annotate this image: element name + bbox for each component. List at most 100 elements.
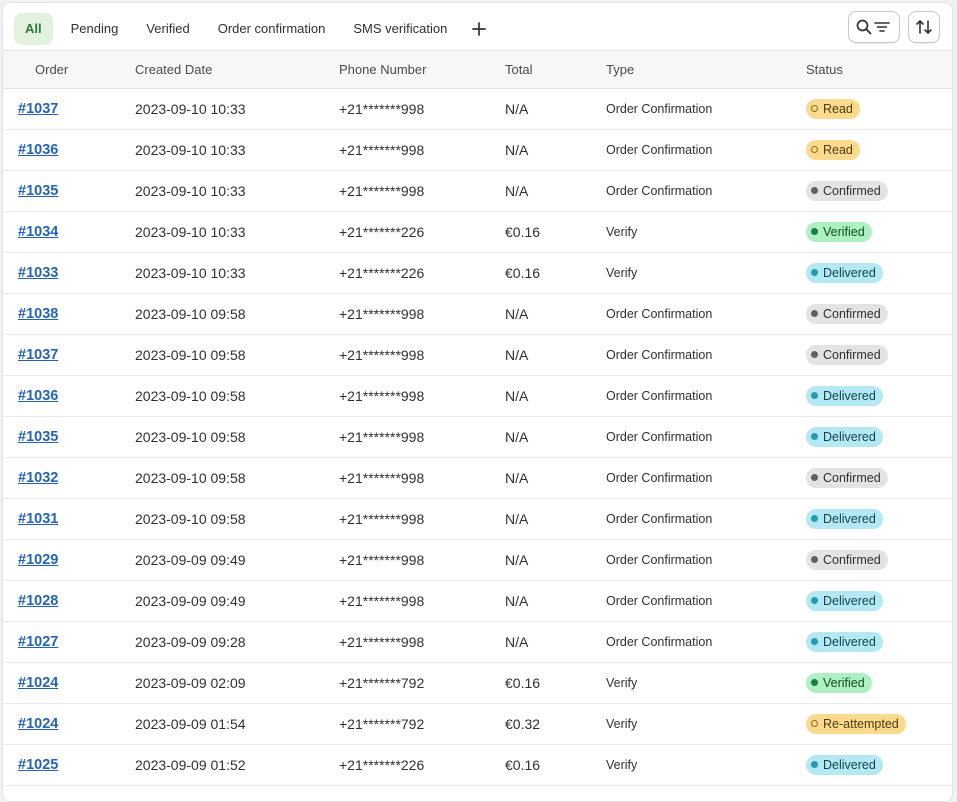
order-link[interactable]: #1033 bbox=[18, 265, 58, 281]
table-row[interactable]: #1031 2023-09-10 09:58 +21*******998 N/A Ord… bbox=[3, 498, 952, 540]
phone-number-cell: +21*******998 bbox=[339, 170, 505, 212]
tab-order-confirmation[interactable]: Order confirmation bbox=[208, 13, 336, 45]
status-cell: Verified bbox=[806, 662, 952, 704]
toolbar-actions bbox=[840, 11, 940, 43]
table-row[interactable]: #1035 2023-09-10 10:33 +21*******998 N/A Ord… bbox=[3, 170, 952, 212]
tab-all[interactable]: All bbox=[14, 13, 53, 45]
table-row[interactable]: #1036 2023-09-10 09:58 +21*******998 N/A Ord… bbox=[3, 375, 952, 417]
sort-button[interactable] bbox=[908, 11, 940, 43]
status-cell: Confirmed bbox=[806, 170, 952, 212]
status-dot-icon bbox=[811, 269, 818, 276]
status-label: Verified bbox=[823, 675, 865, 690]
status-badge: Delivered bbox=[806, 754, 883, 775]
order-link[interactable]: #1027 bbox=[18, 634, 58, 650]
total-cell: N/A bbox=[505, 621, 606, 663]
order-link[interactable]: #1037 bbox=[18, 347, 58, 363]
table-row[interactable]: #1024 2023-09-09 02:09 +21*******792 €0.16 V… bbox=[3, 662, 952, 704]
table-row[interactable]: #1038 2023-09-10 09:58 +21*******998 N/A Ord… bbox=[3, 293, 952, 335]
table-row[interactable]: #1037 2023-09-10 10:33 +21*******998 N/A Ord… bbox=[3, 88, 952, 130]
order-link[interactable]: #1024 bbox=[18, 675, 58, 691]
column-header-status: Status bbox=[806, 51, 952, 89]
table-row[interactable]: #1036 2023-09-10 10:33 +21*******998 N/A Ord… bbox=[3, 129, 952, 171]
status-cell: Confirmed bbox=[806, 539, 952, 581]
phone-number-cell: +21*******998 bbox=[339, 580, 505, 622]
created-date-cell: 2023-09-10 09:58 bbox=[135, 498, 339, 540]
order-link[interactable]: #1038 bbox=[18, 306, 58, 322]
type-cell: Verify bbox=[606, 252, 806, 294]
order-cell: #1036 bbox=[3, 129, 135, 171]
order-link[interactable]: #1025 bbox=[18, 757, 58, 773]
table-header-row: Order Created Date Phone Number Total Ty… bbox=[3, 51, 952, 89]
total-cell: €0.16 bbox=[505, 252, 606, 294]
created-date-cell: 2023-09-10 09:58 bbox=[135, 293, 339, 335]
tab-verified[interactable]: Verified bbox=[136, 13, 199, 45]
phone-number-cell: +21*******998 bbox=[339, 498, 505, 540]
phone-number-cell: +21*******792 bbox=[339, 703, 505, 745]
order-link[interactable]: #1032 bbox=[18, 470, 58, 486]
phone-number-cell: +21*******998 bbox=[339, 293, 505, 335]
total-cell: N/A bbox=[505, 498, 606, 540]
status-dot-icon bbox=[811, 228, 818, 235]
column-header-phone-number: Phone Number bbox=[339, 51, 505, 89]
created-date-cell: 2023-09-09 09:49 bbox=[135, 580, 339, 622]
type-cell: Verify bbox=[606, 744, 806, 786]
status-badge: Read bbox=[806, 98, 860, 119]
status-dot-icon bbox=[811, 720, 818, 727]
tab-sms-verification[interactable]: SMS verification bbox=[343, 13, 457, 45]
tab-pending[interactable]: Pending bbox=[61, 13, 129, 45]
order-cell: #1034 bbox=[3, 211, 135, 253]
table-row[interactable]: #1027 2023-09-09 09:28 +21*******998 N/A Ord… bbox=[3, 621, 952, 663]
table-row[interactable]: #1028 2023-09-09 09:49 +21*******998 N/A Ord… bbox=[3, 580, 952, 622]
order-cell: #1025 bbox=[3, 744, 135, 786]
add-tab-button[interactable] bbox=[463, 13, 495, 45]
table-row[interactable]: #1025 2023-09-09 01:52 +21*******226 €0.16 V… bbox=[3, 744, 952, 786]
type-cell: Order Confirmation bbox=[606, 170, 806, 212]
order-cell: #1029 bbox=[3, 539, 135, 581]
total-cell: €0.32 bbox=[505, 703, 606, 745]
total-cell: N/A bbox=[505, 129, 606, 171]
order-link[interactable]: #1024 bbox=[18, 716, 58, 732]
table-row[interactable]: #1029 2023-09-09 09:49 +21*******998 N/A Ord… bbox=[3, 539, 952, 581]
phone-number-cell: +21*******998 bbox=[339, 88, 505, 130]
status-dot-icon bbox=[811, 392, 818, 399]
table-row[interactable]: #1024 2023-09-09 01:54 +21*******792 €0.32 V… bbox=[3, 703, 952, 745]
table-row[interactable]: #1033 2023-09-10 10:33 +21*******226 €0.16 V… bbox=[3, 252, 952, 294]
search-filter-button[interactable] bbox=[848, 11, 900, 43]
order-link[interactable]: #1037 bbox=[18, 101, 58, 117]
status-label: Delivered bbox=[823, 757, 876, 772]
status-dot-icon bbox=[811, 105, 818, 112]
status-badge: Delivered bbox=[806, 385, 883, 406]
status-badge: Delivered bbox=[806, 262, 883, 283]
status-cell: Read bbox=[806, 88, 952, 130]
table-row[interactable]: #1037 2023-09-10 09:58 +21*******998 N/A Ord… bbox=[3, 334, 952, 376]
total-cell: N/A bbox=[505, 334, 606, 376]
orders-table: Order Created Date Phone Number Total Ty… bbox=[3, 51, 952, 786]
order-link[interactable]: #1031 bbox=[18, 511, 58, 527]
created-date-cell: 2023-09-10 09:58 bbox=[135, 334, 339, 376]
status-cell: Delivered bbox=[806, 252, 952, 294]
status-badge: Confirmed bbox=[806, 344, 888, 365]
total-cell: €0.16 bbox=[505, 211, 606, 253]
status-dot-icon bbox=[811, 597, 818, 604]
type-cell: Order Confirmation bbox=[606, 457, 806, 499]
order-link[interactable]: #1029 bbox=[18, 552, 58, 568]
total-cell: €0.16 bbox=[505, 744, 606, 786]
order-cell: #1035 bbox=[3, 416, 135, 458]
order-link[interactable]: #1035 bbox=[18, 429, 58, 445]
status-label: Delivered bbox=[823, 511, 876, 526]
phone-number-cell: +21*******998 bbox=[339, 334, 505, 376]
table-row[interactable]: #1032 2023-09-10 09:58 +21*******998 N/A Ord… bbox=[3, 457, 952, 499]
order-link[interactable]: #1034 bbox=[18, 224, 58, 240]
status-dot-icon bbox=[811, 187, 818, 194]
status-cell: Re-attempted bbox=[806, 703, 952, 745]
status-cell: Read bbox=[806, 129, 952, 171]
order-link[interactable]: #1035 bbox=[18, 183, 58, 199]
order-link[interactable]: #1036 bbox=[18, 388, 58, 404]
created-date-cell: 2023-09-09 09:28 bbox=[135, 621, 339, 663]
table-row[interactable]: #1034 2023-09-10 10:33 +21*******226 €0.16 V… bbox=[3, 211, 952, 253]
order-link[interactable]: #1036 bbox=[18, 142, 58, 158]
status-dot-icon bbox=[811, 433, 818, 440]
status-label: Confirmed bbox=[823, 183, 881, 198]
order-link[interactable]: #1028 bbox=[18, 593, 58, 609]
table-row[interactable]: #1035 2023-09-10 09:58 +21*******998 N/A Ord… bbox=[3, 416, 952, 458]
